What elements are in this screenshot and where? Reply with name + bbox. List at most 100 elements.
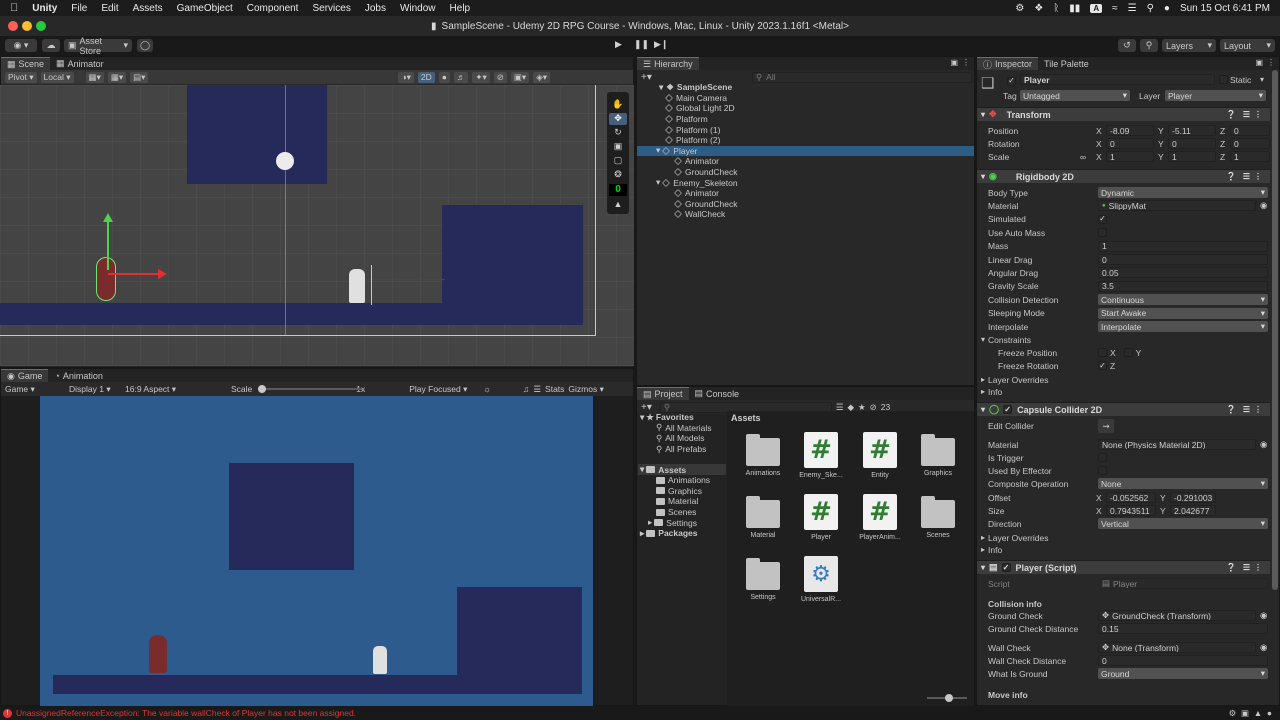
kebab-menu-icon[interactable]: ⋮	[1267, 58, 1275, 67]
wall-check-distance-field[interactable]: 0	[1098, 655, 1268, 666]
camera-settings-icon[interactable]: ▣▾	[510, 71, 530, 83]
transform-tool-icon[interactable]: ❂	[609, 169, 627, 181]
rigidbody-material-field[interactable]: ● SlippyMat	[1098, 200, 1256, 212]
layers-dropdown[interactable]: Layers ▾	[1162, 39, 1216, 52]
hierarchy-item[interactable]: Animator	[637, 156, 974, 167]
rigidbody2d-header[interactable]: ▾ ◉ Rigidbody 2D ❔ ☰ ⋮	[977, 169, 1270, 183]
position-x-field[interactable]: -8.09	[1106, 125, 1154, 136]
help-icon[interactable]: ❔	[1226, 110, 1236, 119]
menu-window[interactable]: Window	[400, 3, 436, 14]
used-by-effector-checkbox[interactable]	[1098, 466, 1107, 475]
thumbnail-size-slider[interactable]	[927, 694, 967, 702]
scale-tool-icon[interactable]: ▣	[609, 141, 627, 153]
tab-animation[interactable]: ◔ Animation	[48, 369, 108, 382]
ground-check-distance-field[interactable]: 0.15	[1098, 623, 1268, 634]
asset-item[interactable]: Animations	[733, 432, 793, 477]
component-menu-icon[interactable]: ⋮	[1254, 563, 1262, 572]
size-x-field[interactable]: 0.7943511	[1106, 505, 1156, 516]
play-focused-dropdown[interactable]: Play Focused ▾	[409, 384, 479, 395]
rigidbody-checkbox[interactable]	[1098, 228, 1107, 238]
hierarchy-item[interactable]: ▾ Enemy_Skeleton	[637, 177, 974, 188]
rigidbody-field[interactable]: 0	[1098, 254, 1268, 265]
capsule-material-field[interactable]: None (Physics Material 2D)	[1098, 439, 1256, 450]
lock-icon[interactable]: ▣	[1255, 58, 1263, 67]
menu-services[interactable]: Services	[312, 3, 350, 14]
gizmo-y-axis[interactable]	[107, 220, 109, 270]
asset-item[interactable]: # PlayerAnim...	[850, 494, 910, 541]
rb-info-row[interactable]: ▸ Info	[981, 385, 1263, 398]
lighting-icon[interactable]: ●	[438, 71, 450, 83]
rigidbody-field[interactable]: 1	[1098, 240, 1268, 252]
tab-scene[interactable]: ▦ Scene	[1, 57, 51, 70]
help-icon[interactable]: ❔	[1226, 563, 1236, 572]
expand-arrow-icon[interactable]: ▾	[659, 82, 663, 93]
dropbox-icon[interactable]: ❖	[1034, 3, 1043, 14]
active-toggle[interactable]: ✓	[1007, 75, 1016, 86]
skeleton-sprite[interactable]	[349, 269, 365, 303]
folder-animations[interactable]: Animations	[638, 475, 726, 486]
tab-console[interactable]: ▤ Console	[689, 387, 746, 400]
asset-item[interactable]: # Player	[791, 494, 851, 541]
audio-icon[interactable]: ♬	[453, 71, 469, 83]
light-gizmo-icon[interactable]	[276, 152, 294, 170]
local-dropdown[interactable]: Local ▾	[40, 71, 74, 83]
hierarchy-item[interactable]: Platform	[637, 114, 974, 125]
hierarchy-item[interactable]: ▾ Player	[637, 145, 974, 157]
capsule-info-row[interactable]: ▸ Info	[981, 543, 1263, 556]
asset-item[interactable]: ⚙ UniversalR...	[791, 556, 851, 603]
siri-icon[interactable]: ●	[1164, 3, 1170, 14]
asset-item[interactable]: Graphics	[908, 432, 968, 477]
rigidbody-dropdown[interactable]: Dynamic ▾	[1098, 187, 1268, 198]
asset-item[interactable]: Material	[733, 494, 793, 539]
constraints-row[interactable]: ▾ Constraints	[981, 333, 1263, 346]
folder-settings[interactable]: ▸ Settings	[638, 517, 726, 528]
presets-icon[interactable]: ☰	[1243, 172, 1250, 181]
gizmo-x-axis[interactable]	[108, 273, 160, 275]
rotation-y-field[interactable]: 0	[1168, 138, 1216, 149]
gizmos-icon[interactable]: ◈▾	[533, 71, 551, 83]
rotation-x-field[interactable]: 0	[1106, 138, 1154, 149]
asset-item[interactable]: # Entity	[850, 432, 910, 479]
position-z-field[interactable]: 0	[1230, 125, 1270, 136]
player-sprite[interactable]	[96, 257, 116, 301]
rigidbody-checkbox[interactable]: ✓	[1098, 214, 1107, 224]
scene-viewport[interactable]	[0, 85, 634, 366]
scale-y-field[interactable]: 1	[1168, 151, 1216, 162]
hierarchy-item[interactable]: GroundCheck	[637, 167, 974, 178]
tab-game[interactable]: ◉ Game	[1, 369, 49, 382]
status-bar[interactable]: ! UnassignedReferenceException: The vari…	[0, 706, 1280, 720]
script-enabled-toggle[interactable]: ✓	[1001, 563, 1011, 572]
tab-tile-palette[interactable]: Tile Palette	[1038, 57, 1095, 70]
scale-x-field[interactable]: 1	[1106, 151, 1154, 162]
wall-check-field[interactable]: ✥ None (Transform)	[1098, 642, 1256, 653]
tag-dropdown[interactable]: Untagged ▾	[1020, 90, 1130, 101]
gizmos-dropdown[interactable]: Gizmos ▾	[568, 384, 603, 395]
undo-history-icon[interactable]: ↺	[1118, 39, 1136, 52]
rigidbody-field[interactable]: 0.05	[1098, 267, 1268, 279]
close-window-button[interactable]	[8, 21, 18, 31]
hierarchy-item[interactable]: Global Light 2D	[637, 103, 974, 114]
hierarchy-item[interactable]: Platform (1)	[637, 124, 974, 135]
thumbnail-size-thumb[interactable]	[945, 694, 953, 702]
tab-hierarchy[interactable]: ☰ Hierarchy	[637, 57, 699, 70]
aspect-dropdown[interactable]: 16:9 Aspect ▾	[125, 384, 227, 395]
object-picker-icon[interactable]: ◉	[1260, 610, 1267, 621]
game-view-dropdown[interactable]: Game ▾	[5, 384, 65, 395]
battery-icon[interactable]: ▮▮	[1069, 3, 1080, 14]
what-is-ground-dropdown[interactable]: Ground ▾	[1098, 668, 1268, 679]
bluetooth-icon[interactable]: ᚱ	[1053, 3, 1059, 14]
component-menu-icon[interactable]: ⋮	[1254, 405, 1262, 414]
rect-tool-icon[interactable]: ▢	[609, 155, 627, 167]
favorites-row[interactable]: ▾ ★ Favorites	[638, 412, 726, 423]
wifi-icon[interactable]: ≈	[1112, 3, 1118, 14]
packages-row[interactable]: ▸ Packages	[638, 528, 726, 539]
direction-dropdown[interactable]: Vertical ▾	[1098, 518, 1268, 529]
player-script-header[interactable]: ▾ ▤ ✓ Player (Script) ❔ ☰ ⋮	[977, 560, 1270, 574]
object-name-field[interactable]: Player	[1020, 74, 1215, 85]
presets-icon[interactable]: ☰	[1243, 405, 1250, 414]
add-object-button[interactable]: +▾	[641, 72, 652, 83]
asset-store-button[interactable]: ▣ Asset Store ▾	[64, 36, 132, 56]
help-icon[interactable]: ❔	[1226, 405, 1236, 414]
tab-inspector[interactable]: ⓘ Inspector	[977, 57, 1039, 70]
game-viewport[interactable]	[40, 396, 593, 706]
